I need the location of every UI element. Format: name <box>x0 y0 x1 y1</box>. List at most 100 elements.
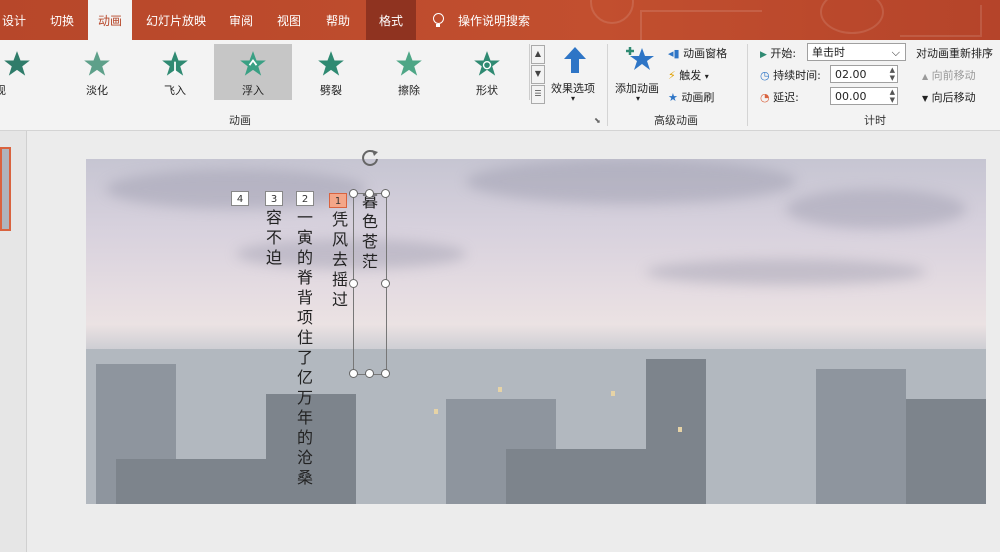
delay-input[interactable]: 00.00 ▲ ▼ <box>830 87 898 105</box>
clock-icon: ◷ <box>760 69 770 82</box>
window-light <box>498 387 502 392</box>
tab-slideshow[interactable]: 幻灯片放映 <box>140 0 212 40</box>
slide[interactable]: 4 3 2 1 容不迫 一寅的脊背项住了亿万年的沧桑 凭风去摇过 暮色苍茫 <box>86 159 986 504</box>
animation-wipe[interactable]: 擦除 <box>370 44 448 100</box>
resize-handle[interactable] <box>365 369 374 378</box>
roof <box>506 449 666 504</box>
animation-fly-in[interactable]: 飞入 <box>136 44 214 100</box>
start-label-text: 开始: <box>770 47 797 60</box>
trigger-label: 触发 <box>679 69 702 82</box>
gallery-down-arrow-icon[interactable]: ▼ <box>531 65 545 84</box>
poem-column[interactable]: 凭风去摇过 <box>329 211 348 311</box>
group-label-animation: 动画 <box>229 114 251 127</box>
slide-thumbnail-pane <box>0 131 27 552</box>
cloud-shape <box>646 259 926 285</box>
animation-float-in[interactable]: 浮入 <box>214 44 292 100</box>
animation-shape[interactable]: 形状 <box>448 44 526 100</box>
animation-label: 擦除 <box>398 84 420 97</box>
animation-label: 形状 <box>476 84 498 97</box>
star-icon <box>162 51 188 76</box>
star-icon <box>318 51 344 76</box>
tab-help[interactable]: 帮助 <box>318 0 358 40</box>
building <box>386 364 446 504</box>
tab-view[interactable]: 视图 <box>270 0 308 40</box>
duration-value: 02.00 <box>835 68 867 81</box>
building <box>706 389 816 504</box>
resize-handle[interactable] <box>349 279 358 288</box>
start-dropdown[interactable]: 单击时 ⌵ <box>807 43 906 61</box>
spinner-icon[interactable]: ▲ ▼ <box>890 88 895 104</box>
roof <box>116 459 286 504</box>
group-label-timing: 计时 <box>864 114 886 127</box>
resize-handle[interactable] <box>349 369 358 378</box>
rotate-handle-icon[interactable] <box>359 147 381 169</box>
animation-order-tag[interactable]: 4 <box>231 191 249 206</box>
up-arrow-icon <box>564 47 586 73</box>
animation-label: 出现 <box>0 84 6 97</box>
tab-animations[interactable]: 动画 <box>88 0 132 40</box>
animation-pane-button[interactable]: ◂▮ 动画窗格 <box>668 45 727 61</box>
move-later-button[interactable]: ▼ 向后移动 <box>922 89 976 105</box>
animation-appear[interactable]: 出现 <box>0 44 56 100</box>
effect-options-button[interactable]: 效果选项 ▾ <box>547 44 603 110</box>
dropdown-icon: ▾ <box>571 94 576 103</box>
resize-handle[interactable] <box>381 279 390 288</box>
animation-fade[interactable]: 淡化 <box>58 44 136 100</box>
move-later-label: 向后移动 <box>931 91 976 104</box>
star-icon <box>4 51 30 76</box>
window-light <box>434 409 438 414</box>
lightbulb-icon <box>433 13 444 27</box>
group-separator <box>747 44 748 126</box>
animation-order-tag[interactable]: 3 <box>265 191 283 206</box>
animation-pane-label: 动画窗格 <box>683 47 728 60</box>
resize-handle[interactable] <box>381 369 390 378</box>
chevron-down-icon: ⌵ <box>891 46 900 59</box>
lightning-icon: ⚡ <box>668 69 676 82</box>
building <box>816 369 906 504</box>
move-earlier-button[interactable]: ▲ 向前移动 <box>922 67 976 83</box>
background-decoration <box>640 10 762 40</box>
resize-handle[interactable] <box>365 189 374 198</box>
animation-order-tag[interactable]: 1 <box>329 193 347 208</box>
start-label: ▶ 开始: <box>760 45 796 61</box>
slide-thumbnail[interactable] <box>0 147 11 231</box>
poem-column[interactable]: 容不迫 <box>263 209 282 269</box>
dialog-launcher-icon[interactable]: ⬊ <box>594 116 601 125</box>
triangle-down-icon: ▼ <box>922 94 929 103</box>
poem-column[interactable]: 一寅的脊背项住了亿万年的沧桑 <box>294 209 313 489</box>
add-animation-button[interactable]: 添加动画 ▾ <box>612 42 666 110</box>
animation-painter-button[interactable]: ★ 动画刷 <box>668 89 714 105</box>
animation-painter-label: 动画刷 <box>681 91 715 104</box>
star-icon <box>84 51 110 76</box>
dropdown-icon: ▾ <box>704 72 709 81</box>
tab-review[interactable]: 审阅 <box>222 0 260 40</box>
reorder-title: 对动画重新排序 <box>916 47 993 60</box>
animation-label: 淡化 <box>86 84 108 97</box>
spinner-icon[interactable]: ▲ ▼ <box>890 66 895 82</box>
gallery-more-icon[interactable]: ☰ <box>531 85 545 104</box>
tab-transitions[interactable]: 切换 <box>42 0 82 40</box>
star-icon <box>240 51 266 76</box>
animation-order-tag[interactable]: 2 <box>296 191 314 206</box>
gallery-up-arrow-icon[interactable]: ▲ <box>531 45 545 64</box>
background-decoration <box>590 0 634 24</box>
duration-input[interactable]: 02.00 ▲ ▼ <box>830 65 898 83</box>
ribbon-tab-bar: 设计 切换 动画 幻灯片放映 审阅 视图 帮助 格式 操作说明搜索 <box>0 0 1000 40</box>
animation-label: 浮入 <box>242 84 264 97</box>
delay-label-text: 延迟: <box>773 91 799 104</box>
trigger-button[interactable]: ⚡ 触发 ▾ <box>668 67 709 83</box>
ribbon: 出现 淡化 飞入 浮入 劈裂 <box>0 40 1000 131</box>
resize-handle[interactable] <box>349 189 358 198</box>
tab-format[interactable]: 格式 <box>366 0 416 40</box>
tab-design[interactable]: 设计 <box>0 0 28 40</box>
background-decoration <box>900 5 982 37</box>
animation-pane-icon: ◂▮ <box>668 47 680 60</box>
move-earlier-label: 向前移动 <box>931 69 976 82</box>
resize-handle[interactable] <box>381 189 390 198</box>
animation-split[interactable]: 劈裂 <box>292 44 370 100</box>
duration-label: ◷ 持续时间: <box>760 67 821 83</box>
delay-value: 00.00 <box>835 90 867 103</box>
tell-me-search[interactable]: 操作说明搜索 <box>452 0 536 40</box>
star-icon <box>474 51 500 76</box>
start-value: 单击时 <box>812 46 845 59</box>
